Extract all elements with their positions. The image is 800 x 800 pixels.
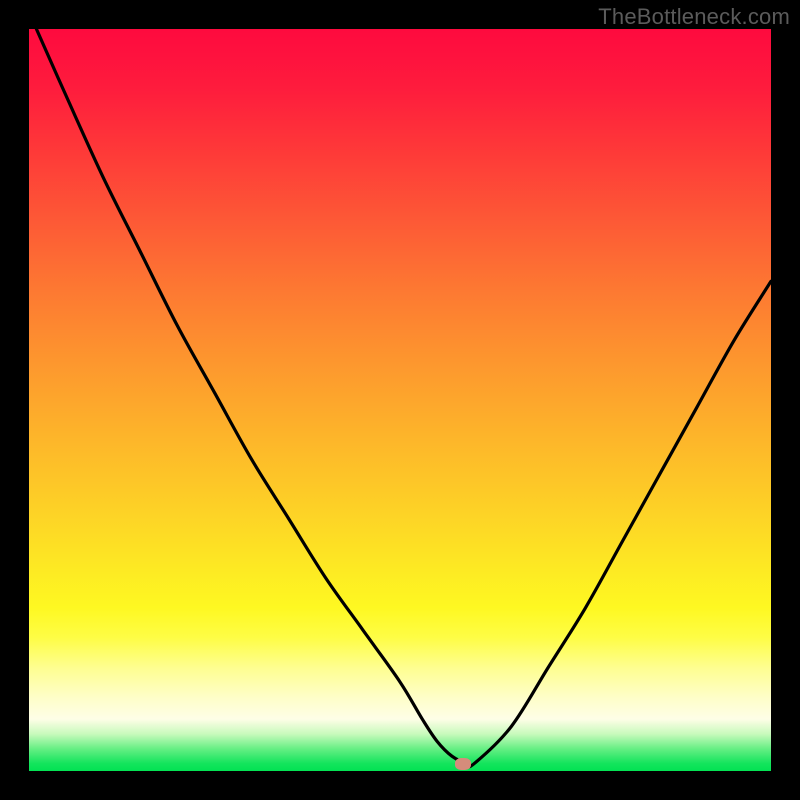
bottleneck-curve: [29, 29, 771, 771]
plot-area: [29, 29, 771, 771]
watermark-text: TheBottleneck.com: [598, 4, 790, 30]
chart-frame: TheBottleneck.com: [0, 0, 800, 800]
bottleneck-marker: [455, 758, 471, 770]
